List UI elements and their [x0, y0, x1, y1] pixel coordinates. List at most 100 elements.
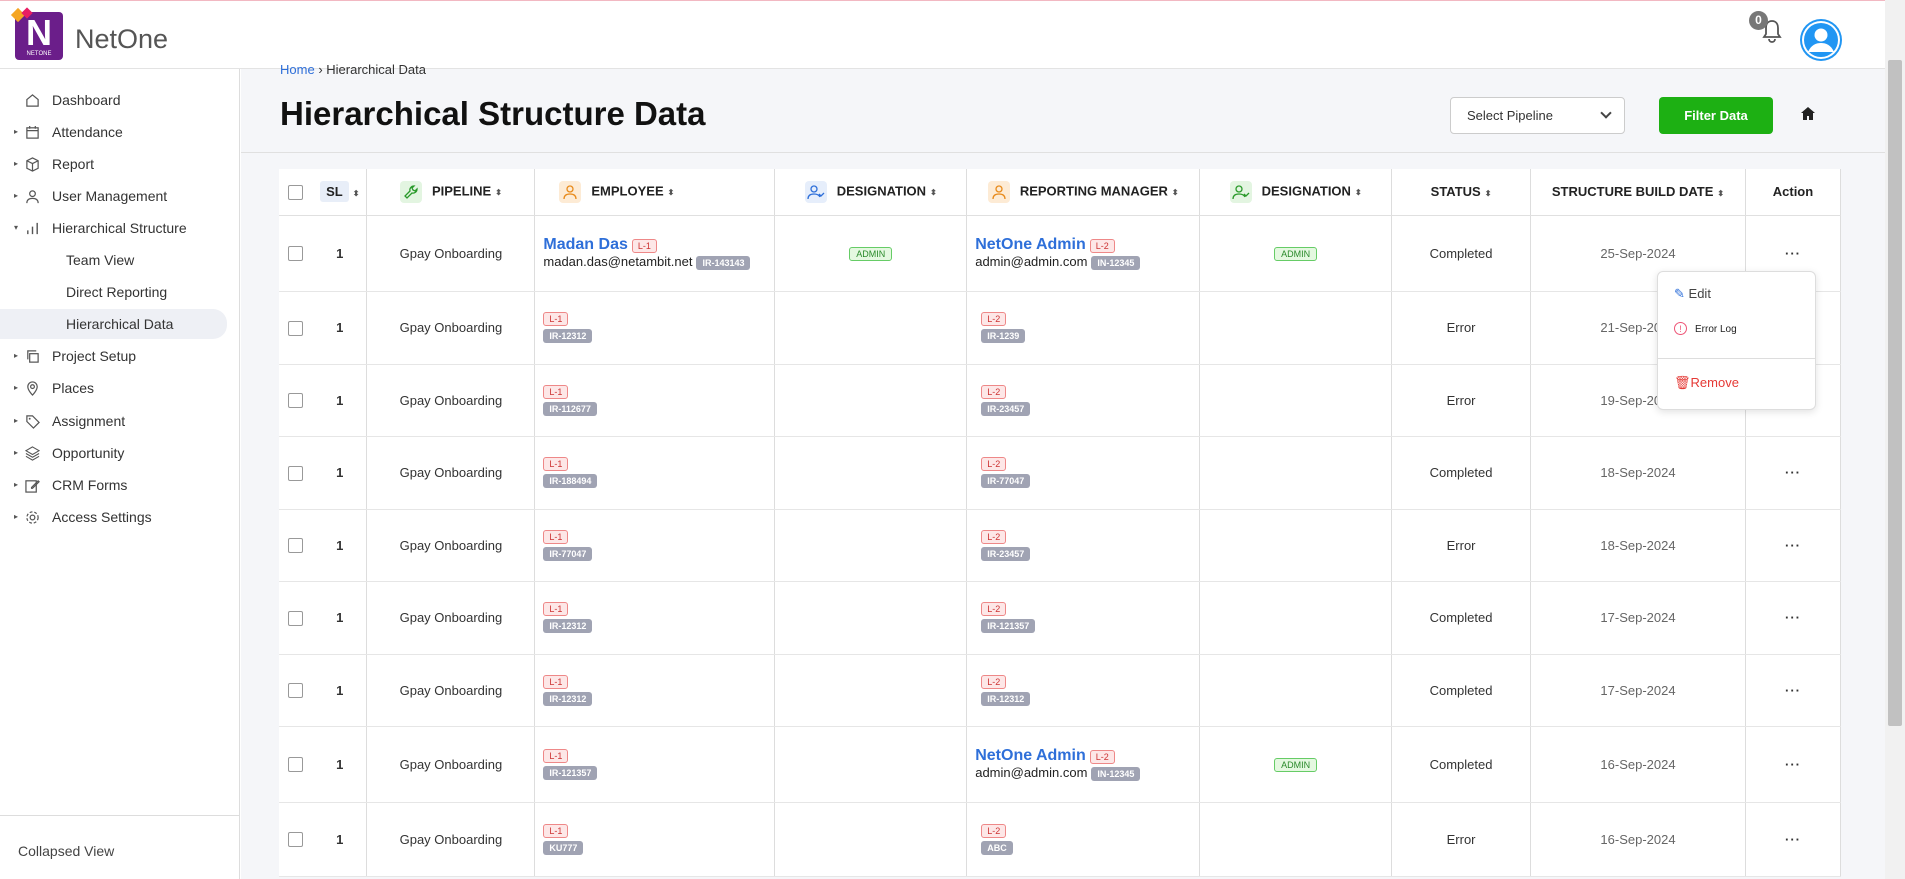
filter-data-button[interactable]: Filter Data	[1659, 97, 1773, 134]
sidebar-item-direct-reporting[interactable]: Direct Reporting	[0, 277, 240, 307]
level-badge: L-2	[981, 823, 1007, 838]
sidebar-item-project-setup[interactable]: ▸ Project Setup	[0, 341, 240, 371]
user-avatar[interactable]	[1800, 19, 1842, 61]
sidebar-item-places[interactable]: ▸ Places	[0, 373, 240, 403]
user-icon	[559, 180, 582, 203]
col-status[interactable]: STATUS ⬍	[1391, 169, 1532, 216]
level-badge: L-2	[981, 674, 1007, 689]
col-reporting-manager[interactable]: REPORTING MANAGER ⬍	[966, 169, 1201, 216]
menu-item-edit[interactable]: ✎ Edit	[1674, 286, 1711, 302]
employee-name[interactable]: Madan Das	[543, 236, 627, 253]
col-designation-2[interactable]: DESIGNATION ⬍	[1199, 169, 1393, 216]
employee-cell: L-1 IR-188494	[534, 436, 776, 510]
table-row[interactable]: 1 Gpay Onboarding L-1 IR-188494 L-2 IR-77047 C…	[279, 436, 1842, 510]
more-actions-button[interactable]: ···	[1785, 683, 1801, 698]
row-checkbox[interactable]	[288, 320, 304, 336]
designation-cell	[774, 364, 968, 437]
row-checkbox[interactable]	[288, 683, 304, 699]
manager-name[interactable]: NetOne Admin	[975, 236, 1086, 253]
scrollbar-thumb[interactable]	[1888, 60, 1902, 726]
box-icon	[26, 157, 39, 172]
col-employee[interactable]: EMPLOYEE ⬍	[534, 169, 776, 216]
row-select-cell	[279, 802, 313, 877]
pipeline-select[interactable]: Select Pipeline	[1450, 97, 1625, 134]
designation-badge: ADMIN	[1274, 758, 1318, 772]
sidebar-item-crm-forms[interactable]: ▸ CRM Forms	[0, 470, 240, 500]
alert-circle-icon: !	[1674, 322, 1687, 335]
sidebar-item-opportunity[interactable]: ▸ Opportunity	[0, 438, 240, 468]
date-cell: 17-Sep-2024	[1530, 581, 1746, 655]
sidebar-item-access-settings[interactable]: ▸ Access Settings	[0, 502, 240, 532]
id-badge: IR-121357	[981, 619, 1036, 633]
row-checkbox[interactable]	[288, 393, 304, 409]
status-cell: Error	[1391, 802, 1532, 877]
designation-cell	[774, 802, 968, 877]
breadcrumb-home-link[interactable]: Home	[280, 62, 315, 77]
menu-item-remove[interactable]: 🗑Remove	[1674, 375, 1739, 391]
col-sl[interactable]: SL ⬍	[312, 169, 368, 216]
designation-cell	[774, 654, 968, 727]
row-checkbox[interactable]	[288, 465, 304, 481]
layers-icon	[25, 446, 40, 461]
designation-2-cell	[1199, 436, 1393, 510]
employee-cell: L-1 IR-12312	[534, 654, 776, 727]
table-row[interactable]: 1 Gpay Onboarding L-1 IR-112677 L-2 IR-23457 E…	[279, 364, 1842, 437]
col-structure-build-date[interactable]: STRUCTURE BUILD DATE ⬍	[1530, 169, 1746, 216]
more-actions-button[interactable]: ···	[1785, 246, 1801, 261]
designation-2-cell	[1199, 802, 1393, 877]
action-cell: ···	[1745, 654, 1842, 727]
sidebar-item-hierarchical-data[interactable]: Hierarchical Data	[0, 309, 227, 339]
table-row[interactable]: 1 Gpay Onboarding Madan Das L-1 madan.das@ne…	[279, 215, 1842, 292]
menu-item-error-log[interactable]: ! Error Log	[1674, 322, 1737, 335]
designation-badge: ADMIN	[1274, 247, 1318, 261]
sidebar-item-hierarchical-structure[interactable]: ▾ Hierarchical Structure	[0, 213, 240, 243]
table-row[interactable]: 1 Gpay Onboarding L-1 IR-12312 L-2 IR-12312 Co…	[279, 654, 1842, 727]
page-title: Hierarchical Structure Data	[280, 95, 706, 132]
sl-cell: 1	[312, 291, 368, 365]
sidebar-item-label: CRM Forms	[52, 477, 128, 493]
table-row[interactable]: 1 Gpay Onboarding L-1 KU777 L-2 ABC Error 16-Se…	[279, 802, 1842, 877]
row-checkbox[interactable]	[288, 757, 304, 773]
sidebar-item-label: Places	[52, 380, 95, 396]
table-row[interactable]: 1 Gpay Onboarding L-1 IR-12312 L-2 IR-121357 C…	[279, 581, 1842, 655]
designation-2-cell: ADMIN	[1199, 215, 1393, 292]
more-actions-button[interactable]: ···	[1785, 757, 1801, 772]
col-pipeline[interactable]: PIPELINE ⬍	[366, 169, 536, 216]
select-all-checkbox[interactable]	[288, 184, 304, 200]
sidebar-item-report[interactable]: ▸ Report	[0, 149, 240, 179]
sidebar-item-dashboard[interactable]: Dashboard	[0, 85, 240, 115]
row-checkbox[interactable]	[288, 246, 304, 262]
employee-cell: L-1 IR-121357	[534, 726, 776, 803]
sidebar-item-user-management[interactable]: ▸ User Management	[0, 181, 240, 211]
wrench-icon	[399, 180, 422, 203]
pipeline-cell: Gpay Onboarding	[366, 291, 536, 365]
more-actions-button[interactable]: ···	[1785, 610, 1801, 625]
more-actions-button[interactable]: ···	[1785, 538, 1801, 553]
table-row[interactable]: 1 Gpay Onboarding L-1 IR-77047 L-2 IR-23457 Er…	[279, 509, 1842, 582]
row-checkbox[interactable]	[288, 610, 304, 626]
sidebar-item-team-view[interactable]: Team View	[0, 245, 240, 275]
id-badge: IR-12312	[981, 691, 1031, 706]
sidebar-item-label: Dashboard	[52, 92, 121, 108]
home-icon[interactable]	[1799, 105, 1817, 123]
sl-cell: 1	[312, 509, 368, 582]
col-designation[interactable]: DESIGNATION ⬍	[774, 169, 968, 216]
trash-icon: 🗑	[1674, 375, 1691, 390]
level-badge: L-1	[543, 674, 569, 689]
tag-icon	[26, 415, 40, 429]
sidebar-item-assignment[interactable]: ▸ Assignment	[0, 406, 240, 436]
brand-logo[interactable]: N NETONE	[10, 7, 63, 60]
collapsed-view-toggle[interactable]: Collapsed View	[0, 815, 240, 879]
row-checkbox[interactable]	[288, 538, 304, 554]
designation-cell	[774, 509, 968, 582]
manager-name[interactable]: NetOne Admin	[975, 747, 1086, 764]
sidebar-item-attendance[interactable]: ▸ Attendance	[0, 117, 240, 147]
more-actions-button[interactable]: ···	[1785, 465, 1801, 480]
more-actions-button[interactable]: ···	[1785, 832, 1801, 847]
row-checkbox[interactable]	[288, 832, 304, 848]
table-row[interactable]: 1 Gpay Onboarding L-1 IR-121357 NetOne Admin…	[279, 726, 1842, 803]
table-row[interactable]: 1 Gpay Onboarding L-1 IR-12312 L-2 IR-1239 Err…	[279, 291, 1842, 365]
status-cell: Completed	[1391, 436, 1532, 510]
page-scrollbar[interactable]	[1885, 0, 1905, 879]
status-cell: Completed	[1391, 654, 1532, 727]
